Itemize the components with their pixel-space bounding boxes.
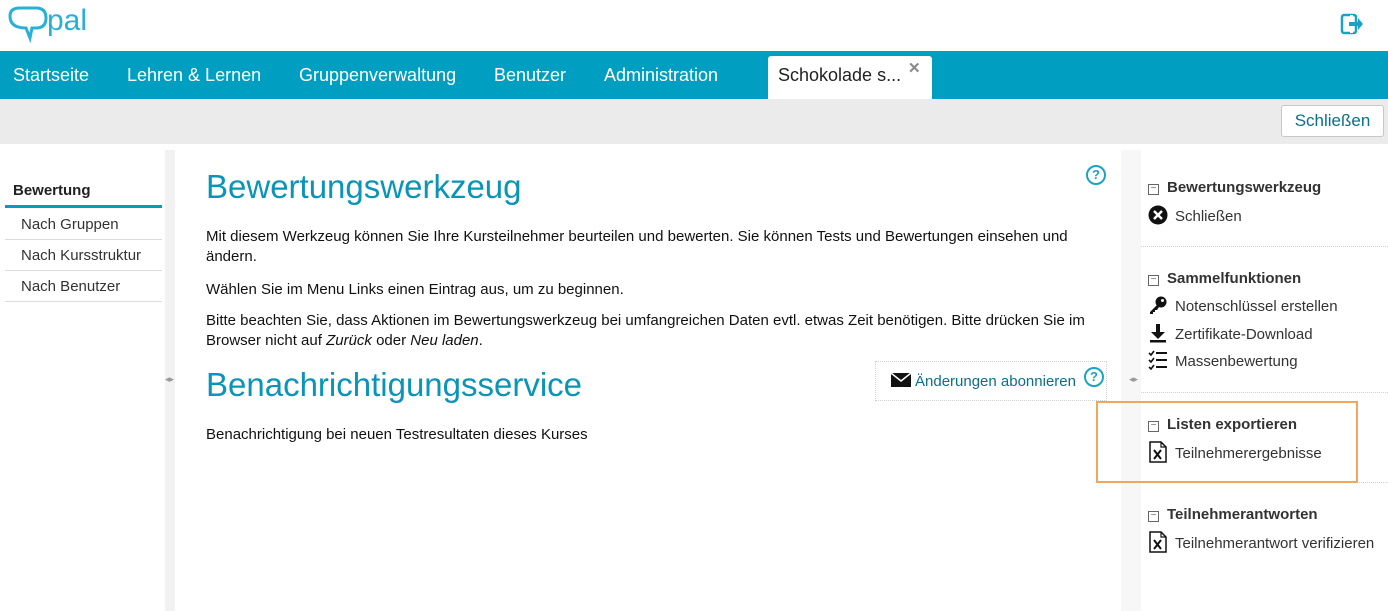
menu-item-nach-benutzer[interactable]: Nach Benutzer (5, 271, 162, 302)
section-teilnehmerantworten[interactable]: − Teilnehmerantworten (1148, 506, 1318, 523)
subscribe-link[interactable]: Änderungen abonnieren (890, 372, 1076, 390)
warning-text-neu-laden: Neu laden (410, 332, 479, 349)
section-bewertungswerkzeug[interactable]: − Bewertungswerkzeug (1148, 179, 1321, 196)
collapse-icon[interactable]: − (1148, 511, 1159, 522)
toolbar (0, 99, 1388, 144)
menu-heading-bewertung[interactable]: Bewertung (5, 176, 162, 208)
menu-item-nach-kursstruktur[interactable]: Nach Kursstruktur (5, 240, 162, 271)
tab-course-label: Schokolade s... (778, 65, 902, 85)
intro-paragraph: Mit diesem Werkzeug können Sie Ihre Kurs… (206, 228, 1068, 265)
tool-teilnehmerantwort-verifizieren[interactable]: Teilnehmerantwort verifizieren (1148, 531, 1374, 557)
section-divider (1141, 392, 1388, 393)
tool-label: Teilnehmerantwort verifizieren (1175, 534, 1375, 552)
tools-panel: − Bewertungswerkzeug Schließen − Sammelfun… (1141, 150, 1388, 611)
tool-notenschluessel[interactable]: Notenschlüssel erstellen (1148, 295, 1338, 319)
tool-label: Zertifikate-Download (1175, 325, 1313, 343)
nav-benutzer[interactable]: Benutzer (494, 65, 566, 86)
warning-text-zurueck: Zurück (326, 332, 372, 349)
warning-paragraph: Bitte beachten Sie, dass Aktionen im Bew… (206, 311, 1106, 351)
nav-administration[interactable]: Administration (604, 65, 718, 86)
highlight-frame (1096, 401, 1358, 483)
key-icon (1148, 295, 1168, 319)
warning-text-c: oder (371, 332, 411, 349)
collapse-icon[interactable]: − (1148, 184, 1159, 195)
close-button[interactable]: Schließen (1281, 105, 1384, 137)
section-heading: Bewertungswerkzeug (1167, 179, 1322, 196)
close-circle-icon (1148, 205, 1168, 229)
top-bar: pal (0, 0, 1388, 51)
opal-logo[interactable]: pal (6, 2, 98, 51)
main-content: Bewertungswerkzeug ? Mit diesem Werkzeug… (175, 150, 1121, 611)
tool-schliessen[interactable]: Schließen (1148, 205, 1242, 229)
section-heading: Sammelfunktionen (1167, 270, 1302, 287)
help-icon-notification[interactable]: ? (1084, 367, 1104, 387)
svg-text:pal: pal (47, 4, 87, 37)
main-navigation: Startseite Lehren & Lernen Gruppenverwal… (0, 51, 1388, 99)
collapse-icon[interactable]: − (1148, 275, 1159, 286)
notification-text: Benachrichtigung bei neuen Testresultate… (206, 426, 588, 443)
tool-label: Massenbewertung (1175, 352, 1298, 370)
warning-text-e: . (478, 332, 483, 349)
tool-label: Schließen (1175, 207, 1242, 225)
envelope-icon (890, 372, 912, 387)
nav-lehren-lernen[interactable]: Lehren & Lernen (127, 65, 261, 86)
logout-icon[interactable] (1340, 12, 1364, 36)
subscribe-box: Änderungen abonnieren (875, 361, 1107, 401)
tab-course[interactable]: Schokolade s... ✕ (768, 56, 932, 99)
nav-gruppenverwaltung[interactable]: Gruppenverwaltung (299, 65, 456, 86)
close-tab-icon[interactable]: ✕ (908, 59, 921, 77)
tool-zertifikate-download[interactable]: Zertifikate-Download (1148, 323, 1313, 347)
help-icon[interactable]: ? (1086, 165, 1106, 185)
tool-label: Notenschlüssel erstellen (1175, 297, 1338, 315)
left-resize-handle-icon[interactable]: ◂▸ (165, 374, 174, 385)
notification-title: Benachrichtigungsservice (206, 366, 583, 403)
section-divider (1141, 246, 1388, 247)
instruction-paragraph: Wählen Sie im Menu Links einen Eintrag a… (206, 281, 624, 298)
section-sammelfunktionen[interactable]: − Sammelfunktionen (1148, 270, 1301, 287)
tool-massenbewertung[interactable]: Massenbewertung (1148, 350, 1298, 374)
subscribe-label: Änderungen abonnieren (915, 373, 1076, 390)
menu-item-nach-gruppen[interactable]: Nach Gruppen (5, 209, 162, 240)
page-title: Bewertungswerkzeug (206, 168, 522, 205)
right-resize-handle-icon[interactable]: ◂▸ (1129, 374, 1138, 385)
checklist-icon (1148, 350, 1168, 374)
nav-startseite[interactable]: Startseite (13, 65, 89, 86)
section-heading: Teilnehmerantworten (1167, 506, 1318, 523)
download-icon (1148, 323, 1168, 347)
excel-file-icon (1148, 531, 1168, 557)
